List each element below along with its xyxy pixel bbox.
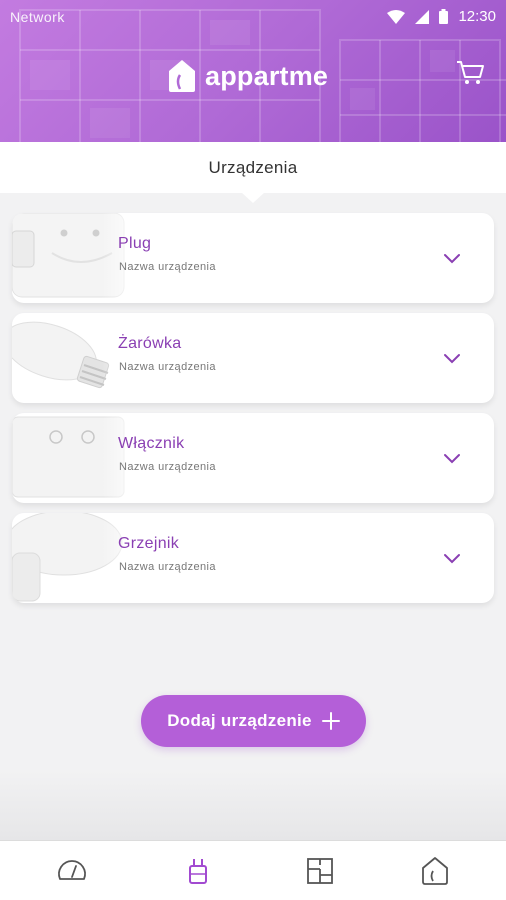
- chevron-down-icon[interactable]: [442, 451, 462, 465]
- device-name: Żarówka: [118, 335, 182, 352]
- title-pointer: [241, 192, 265, 203]
- nav-item-home[interactable]: [417, 853, 453, 889]
- device-subtitle: Nazwa urządzenia: [119, 261, 216, 273]
- plug-image: [12, 213, 142, 303]
- carrier-label: Network: [10, 9, 65, 25]
- bottom-fade: [0, 770, 506, 840]
- cart-icon[interactable]: [455, 58, 485, 86]
- page-title-bar: Urządzenia: [0, 142, 506, 193]
- clock: 12:30: [458, 8, 496, 25]
- status-bar: Network 12:30: [0, 0, 506, 34]
- switch-image: [12, 413, 142, 503]
- device-subtitle: Nazwa urządzenia: [119, 461, 216, 473]
- brand-logo: appartme: [167, 56, 328, 96]
- chevron-down-icon[interactable]: [442, 551, 462, 565]
- bulb-image: [12, 313, 142, 403]
- cellular-signal-icon: [415, 9, 430, 24]
- chevron-down-icon[interactable]: [442, 351, 462, 365]
- gauge-icon: [58, 860, 86, 880]
- brand-wordmark: appartme: [205, 60, 329, 91]
- add-device-label: Dodaj urządzenie: [167, 711, 312, 730]
- device-list: Plug Nazwa urządzenia Żarówka Nazwa urzą…: [12, 213, 494, 613]
- device-card-bulb[interactable]: Żarówka Nazwa urządzenia: [12, 313, 494, 403]
- home-icon: [422, 857, 448, 885]
- nav-item-dashboard[interactable]: [54, 853, 90, 889]
- device-card-plug[interactable]: Plug Nazwa urządzenia: [12, 213, 494, 303]
- chevron-down-icon[interactable]: [442, 251, 462, 265]
- house-logo-icon: [169, 60, 195, 92]
- nav-item-rooms[interactable]: [302, 853, 338, 889]
- device-name: Włącznik: [118, 435, 185, 452]
- bottom-nav: [0, 840, 506, 900]
- page-title: Urządzenia: [208, 157, 298, 177]
- device-card-radiator[interactable]: Grzejnik Nazwa urządzenia: [12, 513, 494, 603]
- device-name: Plug: [118, 235, 152, 252]
- device-subtitle: Nazwa urządzenia: [119, 561, 216, 573]
- radiator-thermostat-image: [12, 513, 142, 603]
- plus-icon: [321, 712, 340, 730]
- plug-device-icon: [189, 859, 207, 884]
- wifi-icon: [387, 9, 406, 24]
- nav-item-devices[interactable]: [180, 853, 216, 889]
- add-device-button[interactable]: Dodaj urządzenie: [141, 695, 366, 747]
- device-name: Grzejnik: [118, 535, 180, 552]
- app-header: Network 12:30 appartme: [0, 0, 506, 142]
- floorplan-icon: [307, 858, 333, 884]
- device-card-switch[interactable]: Włącznik Nazwa urządzenia: [12, 413, 494, 503]
- battery-icon: [439, 9, 449, 24]
- device-subtitle: Nazwa urządzenia: [119, 361, 216, 373]
